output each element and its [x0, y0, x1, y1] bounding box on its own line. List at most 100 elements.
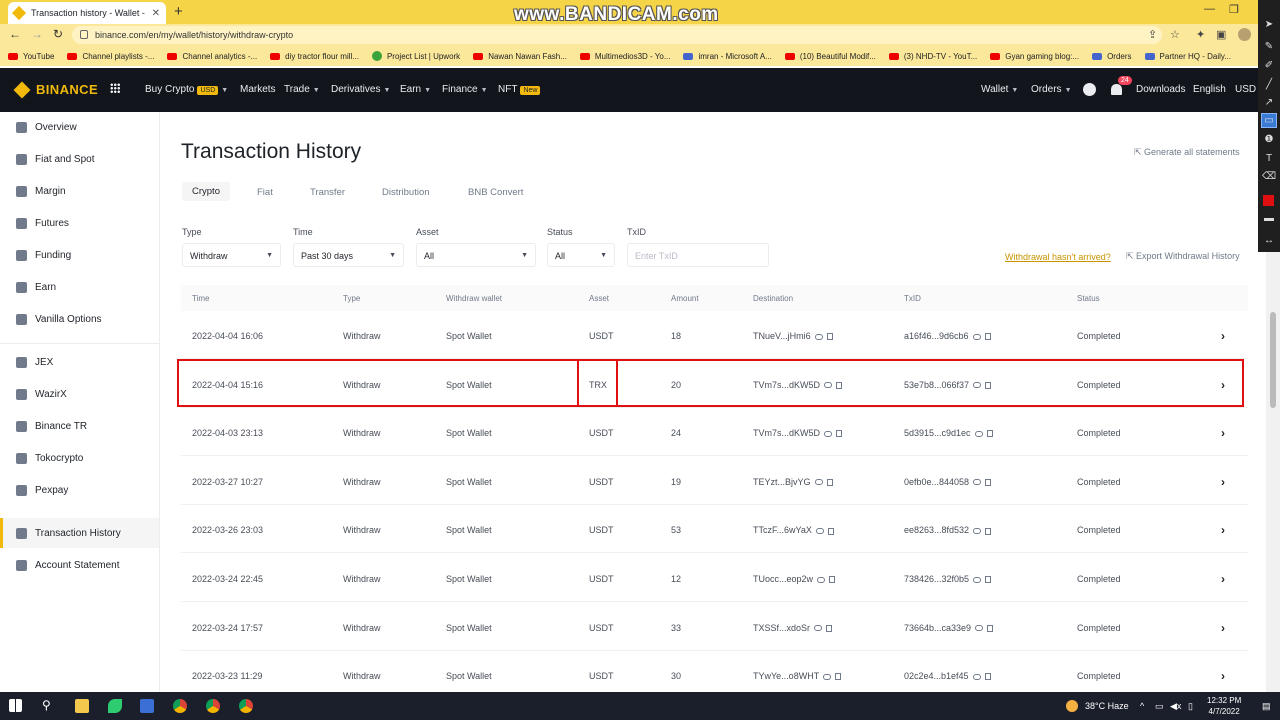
bookmark-item[interactable]: (10) Beautiful Modif... — [784, 52, 876, 61]
scroll-thumb[interactable] — [1270, 312, 1276, 408]
share-icon[interactable]: ⇪ — [1148, 28, 1157, 41]
app-icon[interactable] — [108, 699, 122, 713]
txid-input[interactable]: Enter TxID — [627, 243, 769, 267]
bookmark-star-icon[interactable]: ☆ — [1170, 28, 1180, 41]
nav-earn[interactable]: Earn ▼ — [400, 84, 431, 95]
chevron-right-icon[interactable]: › — [1221, 572, 1225, 586]
bookmark-item[interactable]: Gyan gaming blog:... — [990, 52, 1079, 61]
page-scrollbar[interactable] — [1266, 252, 1280, 692]
expand-toolbar-icon[interactable]: ↔ — [1262, 234, 1276, 247]
windows-start-icon[interactable] — [9, 699, 22, 712]
binance-logo[interactable]: BINANCE — [13, 81, 98, 98]
link-icon[interactable] — [823, 673, 832, 680]
link-icon[interactable] — [973, 576, 982, 583]
bookmark-item[interactable]: Orders — [1092, 52, 1132, 61]
link-icon[interactable] — [814, 479, 823, 486]
link-icon[interactable] — [975, 625, 984, 632]
chevron-right-icon[interactable]: › — [1221, 475, 1225, 489]
copy-icon[interactable] — [826, 478, 833, 486]
color-swatch-icon[interactable] — [1263, 195, 1274, 206]
table-row[interactable]: 2022-03-24 22:45 Withdraw Spot Wallet USDT 1… — [181, 554, 1248, 602]
chevron-right-icon[interactable]: › — [1221, 426, 1225, 440]
status-select[interactable]: All ▼ — [547, 243, 615, 267]
profile-avatar[interactable] — [1238, 28, 1251, 41]
withdrawal-not-arrived-link[interactable]: Withdrawal hasn't arrived? — [1005, 252, 1111, 262]
sidebar-item-funding[interactable]: Funding — [0, 240, 159, 270]
line-tool-icon[interactable]: ╱ — [1262, 78, 1276, 91]
link-icon[interactable] — [973, 479, 982, 486]
nav-buy-crypto[interactable]: Buy Crypto USD ▼ — [145, 84, 228, 95]
bookmark-item[interactable]: diy tractor flour mill... — [270, 52, 359, 61]
bookmark-item[interactable]: imran - Microsoft A... — [683, 52, 772, 61]
sidebar-item-account-statement[interactable]: Account Statement — [0, 550, 159, 580]
bookmark-item[interactable]: Project List | Upwork — [371, 51, 460, 61]
copy-icon[interactable] — [987, 624, 994, 632]
copy-icon[interactable] — [985, 576, 992, 584]
link-icon[interactable] — [817, 576, 826, 583]
bookmark-item[interactable]: Channel playlists -... — [67, 52, 154, 61]
forward-icon[interactable]: → — [31, 27, 43, 41]
user-account-icon[interactable] — [1083, 83, 1096, 96]
sidebar-item-fiat-and-spot[interactable]: Fiat and Spot — [0, 144, 159, 174]
eraser-tool-icon[interactable]: ⌫ — [1262, 170, 1276, 183]
bookmark-item[interactable]: Partner HQ - Daily... — [1144, 52, 1231, 61]
numbering-tool-icon[interactable]: ❶ — [1262, 133, 1276, 146]
tab-fiat[interactable]: Fiat — [257, 187, 273, 198]
notifications-icon[interactable]: ▤ — [1262, 701, 1271, 712]
link-icon[interactable] — [973, 528, 982, 535]
sidebar-item-margin[interactable]: Margin — [0, 176, 159, 206]
sidebar-item-earn[interactable]: Earn — [0, 272, 159, 302]
table-row[interactable]: 2022-04-03 23:13 Withdraw Spot Wallet USDT 2… — [181, 408, 1248, 457]
nav-orders[interactable]: Orders ▼ — [1031, 84, 1072, 95]
tab-transfer[interactable]: Transfer — [310, 187, 345, 198]
generate-statements-link[interactable]: ⇱ Generate all statements — [1134, 147, 1240, 158]
tab-bnb-convert[interactable]: BNB Convert — [468, 187, 523, 198]
bell-icon[interactable] — [1111, 84, 1122, 95]
bookmark-item[interactable]: Channel analytics -... — [167, 52, 257, 61]
sidepanel-icon[interactable]: ▣ — [1216, 28, 1226, 41]
chevron-right-icon[interactable]: › — [1221, 621, 1225, 635]
url-input[interactable]: binance.com/en/my/wallet/history/withdra… — [72, 26, 1162, 44]
chrome-icon[interactable] — [239, 699, 253, 713]
tray-arrow-icon[interactable]: ^ — [1140, 701, 1144, 711]
rectangle-tool-icon[interactable]: ▭ — [1261, 113, 1277, 128]
copy-icon[interactable] — [984, 673, 991, 681]
sidebar-item-wazirx[interactable]: WazirX — [0, 379, 159, 409]
copy-icon[interactable] — [835, 673, 842, 681]
cursor-tool-icon[interactable]: ➤ — [1262, 18, 1276, 31]
new-tab-button[interactable]: + — [174, 3, 183, 20]
extensions-icon[interactable]: ✦ — [1196, 28, 1205, 41]
chrome-icon[interactable] — [173, 699, 187, 713]
nav-nft[interactable]: NFT New — [498, 84, 541, 95]
arrow-tool-icon[interactable]: ↗ — [1262, 96, 1276, 109]
table-row[interactable]: 2022-03-26 23:03 Withdraw Spot Wallet USDT 5… — [181, 505, 1248, 554]
copy-icon[interactable] — [829, 576, 836, 584]
chevron-right-icon[interactable]: › — [1221, 669, 1225, 683]
link-icon[interactable] — [824, 430, 833, 437]
back-icon[interactable]: ← — [9, 27, 21, 41]
copy-icon[interactable] — [985, 478, 992, 486]
marker-tool-icon[interactable]: ✐ — [1262, 59, 1276, 72]
sidebar-item-tokocrypto[interactable]: Tokocrypto — [0, 443, 159, 473]
apps-grid-icon[interactable] — [110, 83, 120, 93]
chevron-right-icon[interactable]: › — [1221, 523, 1225, 537]
nav-downloads[interactable]: Downloads — [1136, 84, 1185, 95]
copy-icon[interactable] — [826, 624, 833, 632]
table-row[interactable]: 2022-04-04 16:06 Withdraw Spot Wallet USDT 1… — [181, 311, 1248, 359]
copy-icon[interactable] — [986, 430, 993, 438]
nav-finance[interactable]: Finance ▼ — [442, 84, 488, 95]
sidebar-item-transaction-history[interactable]: Transaction History — [0, 518, 159, 548]
app-icon[interactable] — [140, 699, 154, 713]
sidebar-item-binance-tr[interactable]: Binance TR — [0, 411, 159, 441]
time-select[interactable]: Past 30 days ▼ — [293, 243, 404, 267]
copy-icon[interactable] — [826, 333, 833, 341]
link-icon[interactable] — [972, 673, 981, 680]
nav-currency[interactable]: USD — [1235, 84, 1256, 95]
browser-tab[interactable]: Transaction history - Wallet - Bin ✕ — [8, 2, 166, 24]
line-width-icon[interactable]: ▬ — [1262, 212, 1276, 225]
minimize-icon[interactable]: — — [1204, 3, 1215, 15]
tab-crypto[interactable]: Crypto — [182, 182, 230, 201]
nav-derivatives[interactable]: Derivatives ▼ — [331, 84, 390, 95]
table-row[interactable]: 2022-03-27 10:27 Withdraw Spot Wallet USDT 1… — [181, 457, 1248, 505]
reload-icon[interactable]: ↻ — [53, 27, 63, 41]
